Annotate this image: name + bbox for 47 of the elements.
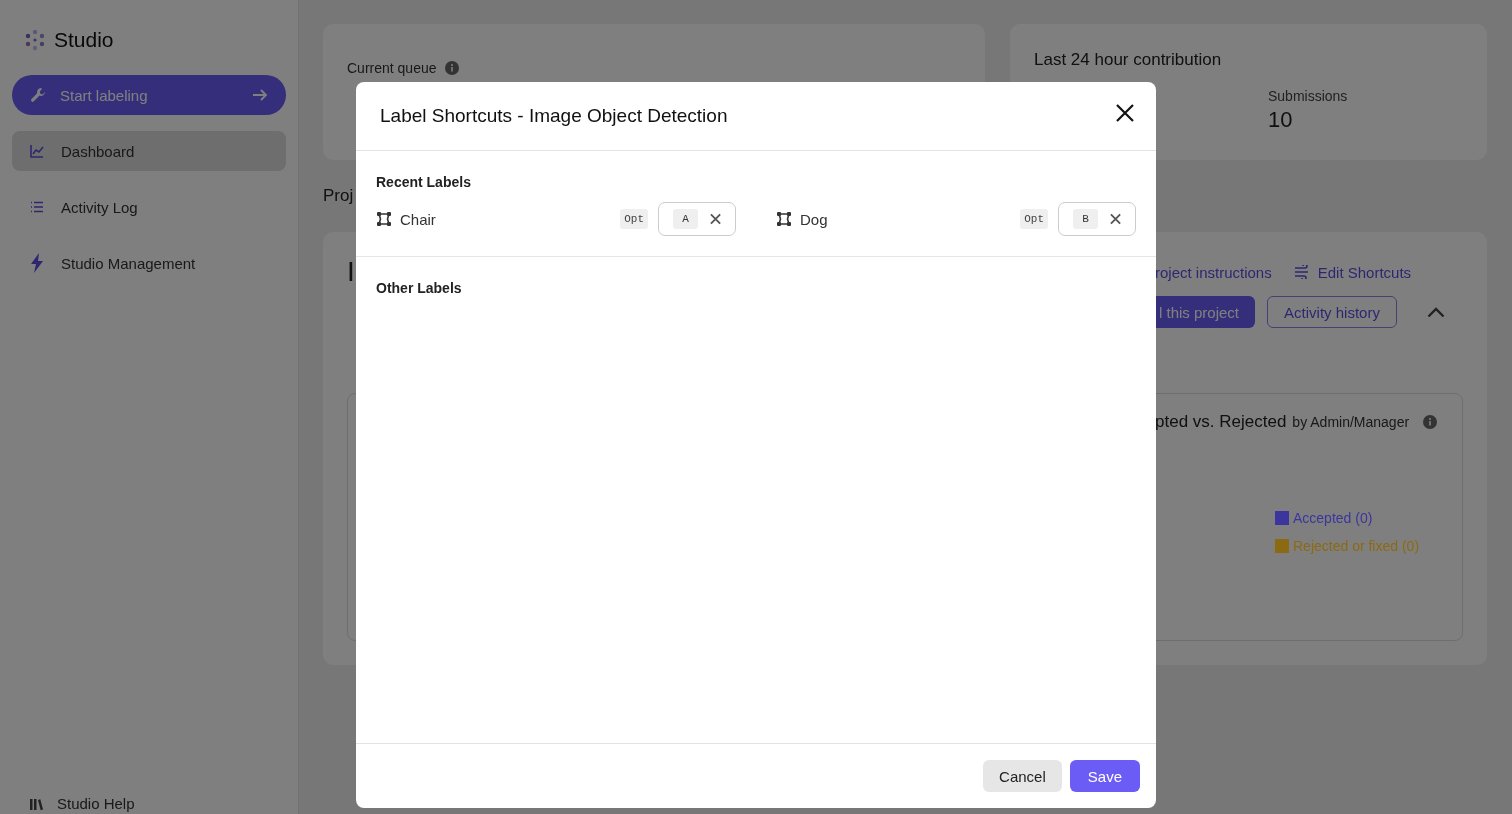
wrench-icon bbox=[30, 87, 46, 103]
project-button[interactable]: l this project bbox=[1155, 296, 1256, 328]
legend-label: Rejected or fixed (0) bbox=[1293, 538, 1420, 554]
card-title: Current queue bbox=[347, 60, 437, 76]
sidebar-item[interactable]: Activity Log bbox=[12, 187, 286, 227]
save-button[interactable]: Save bbox=[1069, 760, 1140, 792]
section-heading: Recent Labels bbox=[376, 174, 471, 190]
card-title: Last 24 hour contribution bbox=[1034, 50, 1222, 70]
dialog-title: Label Shortcuts - Image Object Detection bbox=[380, 105, 728, 127]
section-title: Proj bbox=[323, 186, 354, 206]
bounding-box-icon bbox=[776, 211, 792, 227]
legend-label: Accepted (0) bbox=[1293, 510, 1373, 526]
sidebar-item[interactable]: Studio Management bbox=[12, 243, 286, 283]
clear-icon[interactable] bbox=[1109, 213, 1121, 225]
clear-icon[interactable] bbox=[709, 213, 721, 225]
arrow-right-icon bbox=[252, 88, 268, 102]
stat-value: 10 bbox=[1268, 107, 1293, 133]
chart-icon bbox=[29, 143, 45, 159]
activity-history-button[interactable]: Activity history bbox=[1267, 296, 1397, 328]
label-name: Dog bbox=[800, 210, 829, 228]
stat-label: Submissions bbox=[1268, 88, 1348, 104]
shortcut-field[interactable]: B bbox=[1058, 202, 1136, 236]
logo-icon bbox=[24, 29, 46, 51]
modifier-key: Opt bbox=[1020, 209, 1048, 229]
sidebar-item[interactable]: Dashboard bbox=[12, 131, 286, 171]
start-labeling-button[interactable]: Start labeling bbox=[12, 75, 286, 115]
label-name: Chair bbox=[400, 210, 437, 228]
link[interactable]: Edit Shortcuts bbox=[1293, 263, 1412, 281]
brand-name: Studio bbox=[54, 28, 114, 52]
section-heading: Other Labels bbox=[376, 280, 462, 296]
cancel-button[interactable]: Cancel bbox=[983, 760, 1062, 792]
info-icon bbox=[444, 61, 459, 75]
list-icon bbox=[29, 199, 45, 215]
modifier-key: Opt bbox=[620, 209, 648, 229]
help-link[interactable]: Studio Help bbox=[57, 795, 135, 812]
chevron-up-icon[interactable] bbox=[1426, 306, 1445, 318]
info-icon bbox=[1423, 415, 1438, 429]
chart-subtitle: by Admin/Manager bbox=[1292, 414, 1410, 430]
chart-title: pted vs. Rejected bbox=[1155, 412, 1287, 432]
link[interactable]: roject instructions bbox=[1155, 263, 1272, 281]
lightning-icon bbox=[29, 253, 45, 273]
bounding-box-icon bbox=[376, 211, 392, 227]
project-title: I bbox=[347, 256, 355, 288]
books-icon bbox=[29, 796, 43, 811]
shortcut-field[interactable]: A bbox=[658, 202, 736, 236]
close-icon bbox=[1116, 104, 1134, 122]
shortcuts-icon bbox=[1293, 265, 1310, 279]
